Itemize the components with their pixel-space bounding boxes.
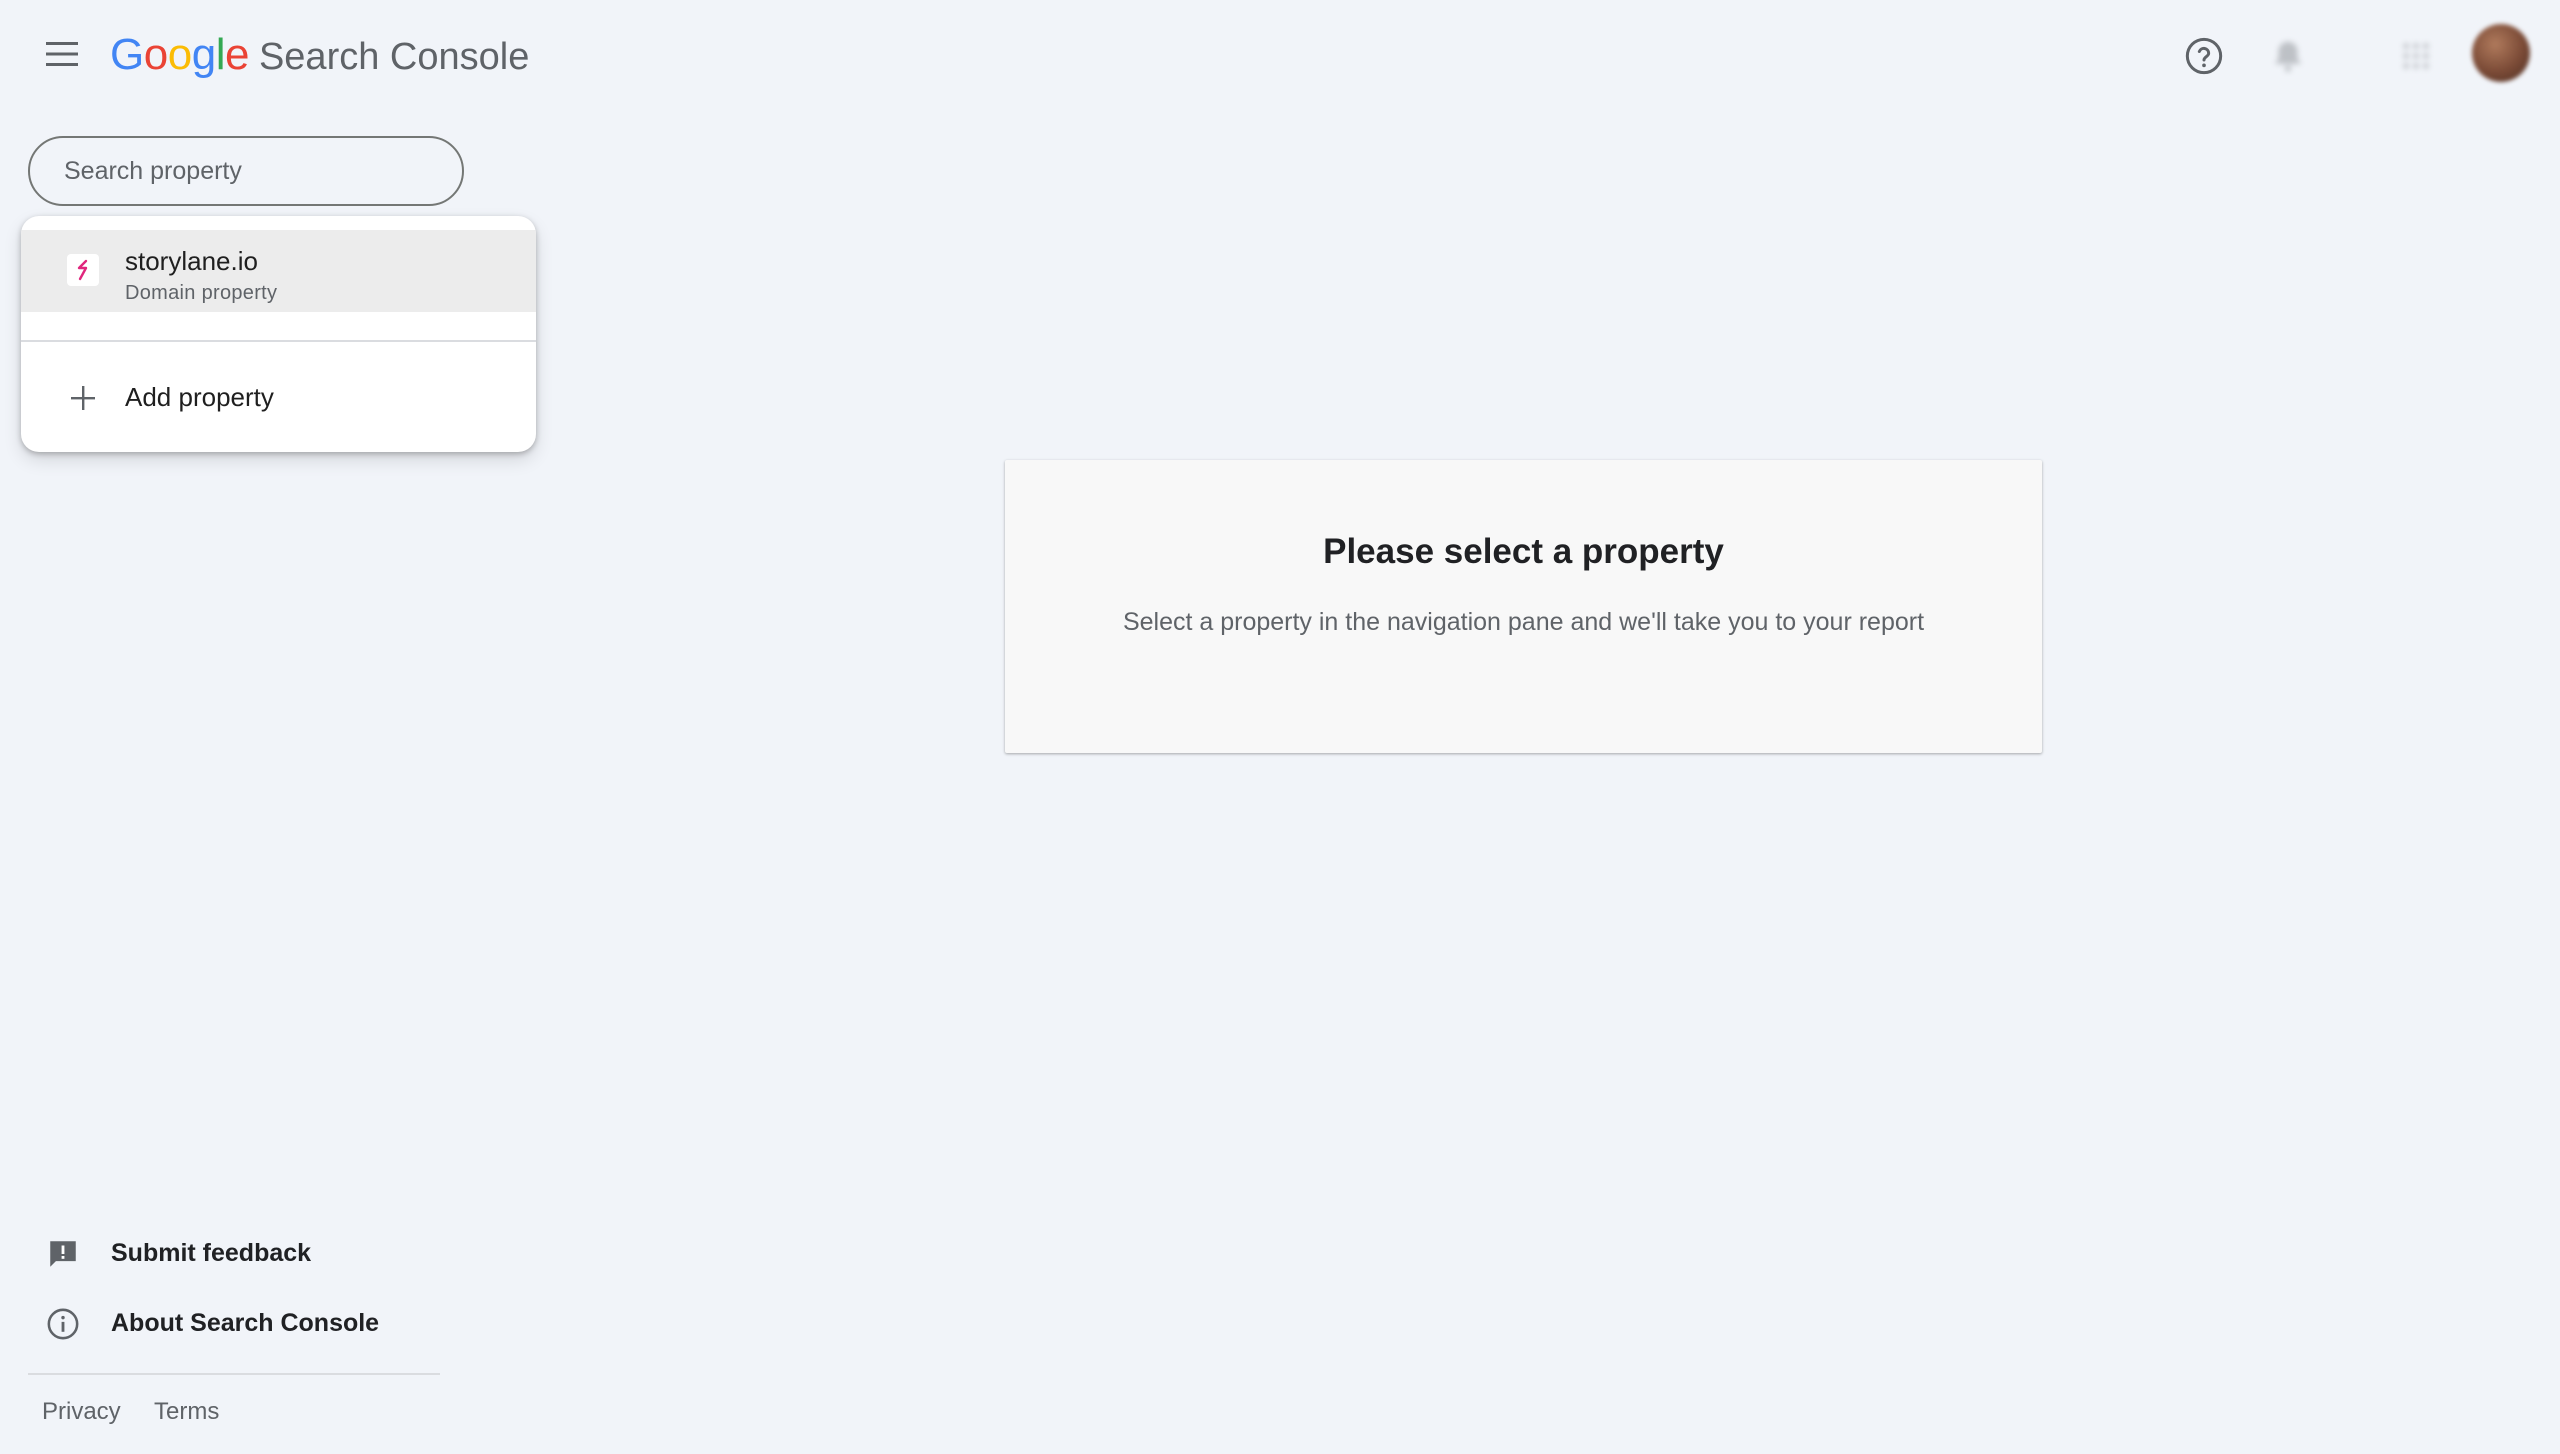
dropdown-divider: [21, 340, 536, 342]
add-property-button[interactable]: Add property: [21, 366, 536, 430]
terms-link[interactable]: Terms: [154, 1398, 219, 1426]
about-search-console-label: About Search Console: [111, 1309, 380, 1337]
search-property-input[interactable]: [64, 156, 462, 186]
select-property-card: Please select a property Select a proper…: [1005, 460, 2042, 753]
footer-divider: [28, 1373, 440, 1375]
feedback-icon: [50, 1241, 76, 1267]
card-title: Please select a property: [1323, 532, 1724, 571]
notifications-icon: [2275, 41, 2301, 72]
about-search-console-button[interactable]: About Search Console: [46, 1301, 446, 1345]
help-button[interactable]: [2178, 30, 2230, 82]
app-root: Google Search Console Search property st…: [0, 0, 2560, 1454]
help-icon: [2185, 37, 2223, 75]
add-property-label: Add property: [125, 382, 274, 412]
submit-feedback-label: Submit feedback: [111, 1239, 312, 1267]
privacy-link[interactable]: Privacy: [42, 1398, 121, 1426]
property-type: Domain property: [125, 282, 278, 304]
property-name: storylane.io: [125, 246, 258, 276]
submit-feedback-button[interactable]: Submit feedback: [46, 1231, 446, 1275]
menu-icon: [46, 42, 78, 66]
product-name: Search Console: [258, 36, 530, 78]
card-subtitle: Select a property in the navigation pane…: [1122, 608, 1925, 636]
apps-button[interactable]: [2390, 30, 2442, 82]
info-icon: [47, 1308, 79, 1340]
google-wordmark: Google: [110, 30, 249, 79]
property-item[interactable]: storylane.io Domain property: [21, 230, 536, 312]
search-console-logo[interactable]: Google Search Console: [110, 30, 529, 86]
main-menu-button[interactable]: [38, 30, 86, 78]
search-property-field[interactable]: [28, 136, 464, 206]
apps-icon: [2403, 43, 2429, 69]
account-avatar[interactable]: [2472, 24, 2530, 82]
property-dropdown: storylane.io Domain property Add propert…: [21, 216, 536, 452]
notifications-button[interactable]: [2262, 30, 2314, 82]
property-favicon-icon: [67, 254, 99, 286]
plus-icon: [71, 386, 95, 410]
